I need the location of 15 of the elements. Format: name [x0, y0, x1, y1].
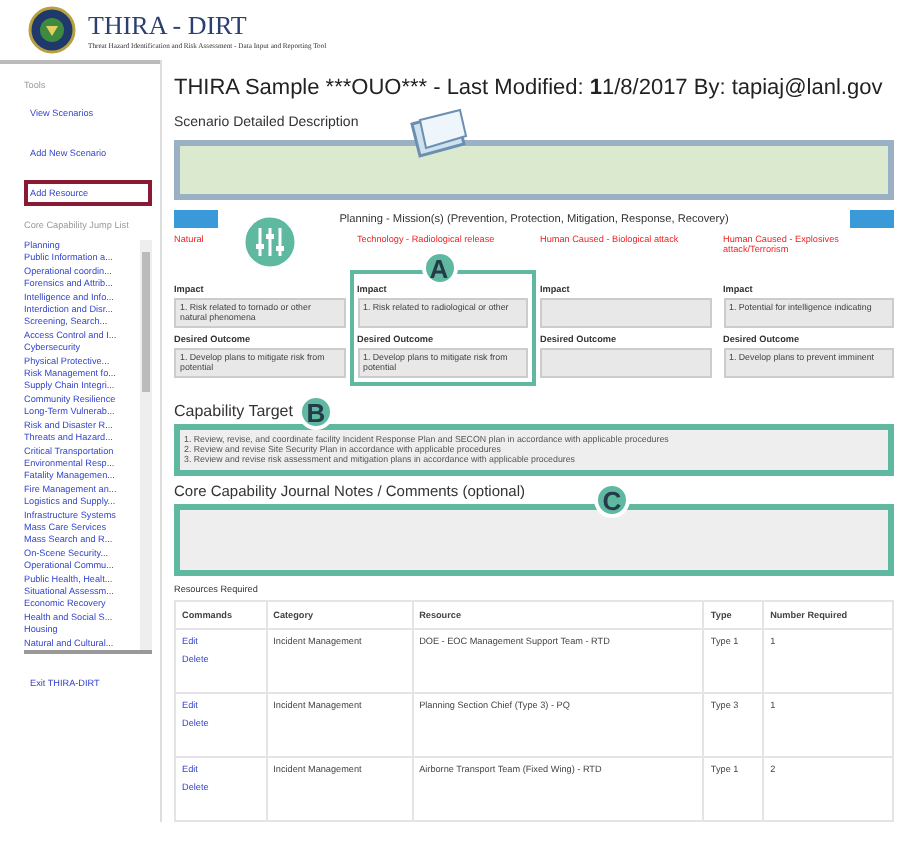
- callout-marker: A: [421, 250, 457, 286]
- next-button[interactable]: [850, 210, 894, 228]
- callout-marker: B: [298, 394, 334, 430]
- capability-target-label: Capability Target: [174, 402, 293, 420]
- scenario-title: THIRA Sample ***OUO*** - Last Modified: 11/8/2017 By: tapiaj@lanl.gov: [174, 76, 885, 100]
- outcome-field[interactable]: [540, 348, 711, 378]
- previous-button[interactable]: [174, 210, 218, 228]
- sliders-icon: [242, 214, 298, 270]
- app-title: THIRA - DIRT: [88, 10, 249, 42]
- callout-marker: C: [594, 482, 630, 518]
- note-icon: [404, 108, 472, 160]
- seal-logo-icon: [28, 6, 76, 54]
- description-field[interactable]: [174, 140, 894, 200]
- impact-field[interactable]: [540, 298, 711, 328]
- scrollbar[interactable]: [140, 240, 152, 650]
